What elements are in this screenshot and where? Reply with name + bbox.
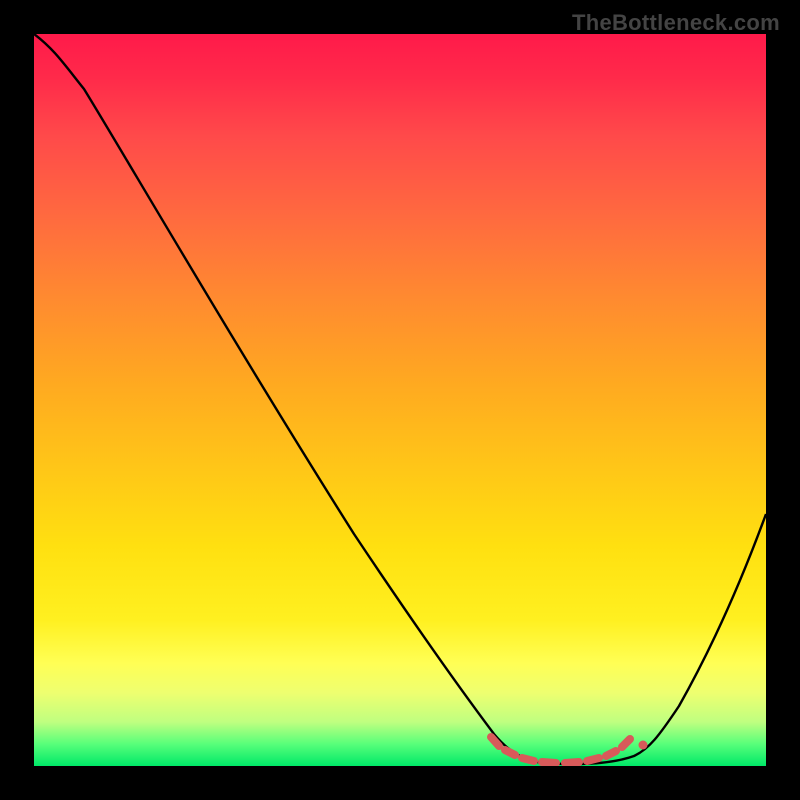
chart-frame: TheBottleneck.com xyxy=(0,0,800,800)
bottleneck-curve xyxy=(34,34,766,764)
plot-area xyxy=(34,34,766,766)
watermark-text: TheBottleneck.com xyxy=(572,10,780,36)
curve-layer xyxy=(34,34,766,766)
valley-right-dot xyxy=(639,741,648,750)
optimal-range-marker xyxy=(491,737,630,763)
